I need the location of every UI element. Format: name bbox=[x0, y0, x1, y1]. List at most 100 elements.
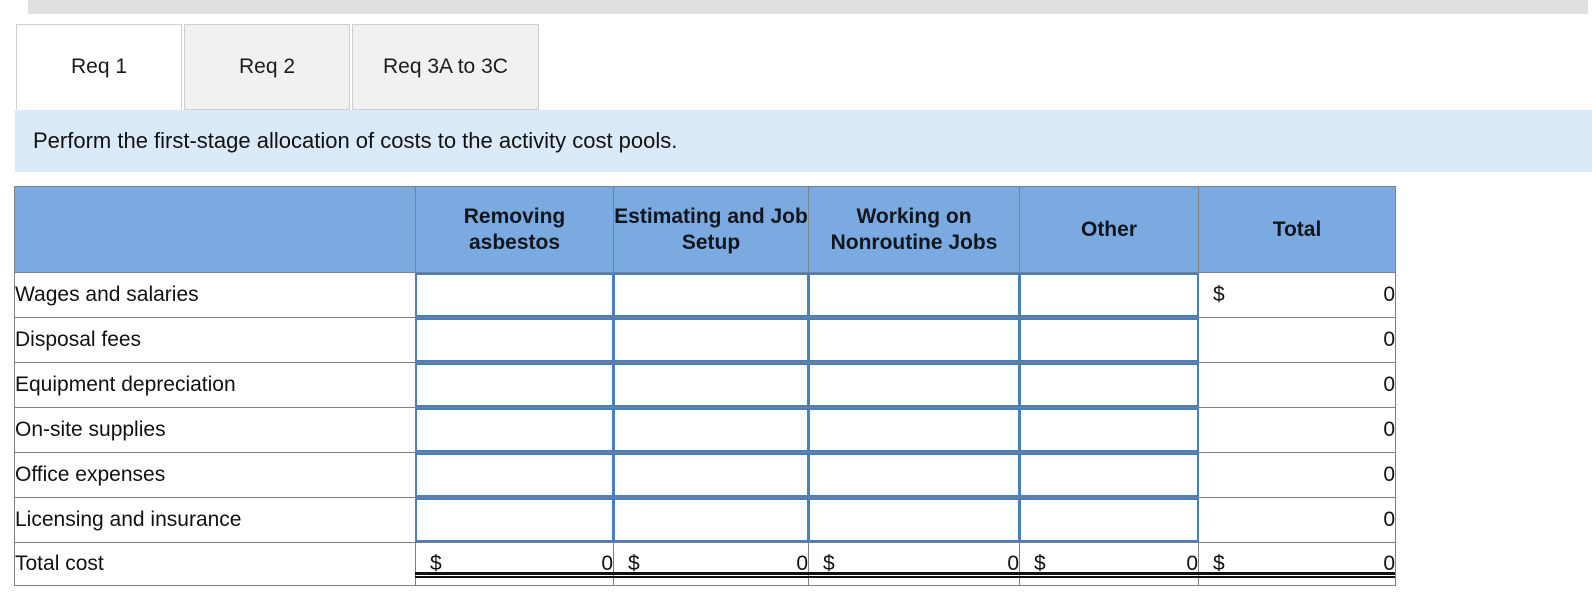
cell-equipment-total: 0 bbox=[1198, 362, 1396, 408]
input-equipment-estimating-job-setup[interactable] bbox=[613, 363, 809, 407]
input-wages-other[interactable] bbox=[1019, 273, 1199, 317]
row-label-wages-and-salaries: Wages and salaries bbox=[14, 272, 416, 318]
cell-office-other[interactable] bbox=[1019, 452, 1199, 498]
table-row: On-site supplies 0 bbox=[14, 407, 1396, 453]
instruction-text: Perform the first-stage allocation of co… bbox=[33, 128, 678, 153]
cell-total-grand: $ 0 bbox=[1198, 542, 1396, 586]
input-equipment-other[interactable] bbox=[1019, 363, 1199, 407]
first-stage-allocation-table: Removing asbestos Estimating and Job Set… bbox=[14, 186, 1396, 586]
cell-licensing-total: 0 bbox=[1198, 497, 1396, 543]
tab-req-3a-to-3c[interactable]: Req 3A to 3C bbox=[352, 24, 539, 110]
cell-supplies-other[interactable] bbox=[1019, 407, 1199, 453]
input-disposal-removing-asbestos[interactable] bbox=[415, 318, 614, 362]
cell-equipment-other[interactable] bbox=[1019, 362, 1199, 408]
tab-req-1[interactable]: Req 1 bbox=[16, 24, 182, 110]
amount-value: 0 bbox=[1383, 463, 1395, 486]
input-supplies-removing-asbestos[interactable] bbox=[415, 408, 614, 452]
header-removing-asbestos: Removing asbestos bbox=[415, 186, 614, 273]
header-working-on-nonroutine-jobs: Working on Nonroutine Jobs bbox=[808, 186, 1020, 273]
input-equipment-nonroutine-jobs[interactable] bbox=[808, 363, 1020, 407]
table-row: Licensing and insurance 0 bbox=[14, 497, 1396, 543]
header-total: Total bbox=[1198, 186, 1396, 273]
row-label-equipment-depreciation: Equipment depreciation bbox=[14, 362, 416, 408]
cell-total-nonroutine-jobs: $ 0 bbox=[808, 542, 1020, 586]
table-row: Wages and salaries $ 0 bbox=[14, 272, 1396, 318]
requirement-tab-bar: Req 1 Req 2 Req 3A to 3C bbox=[16, 24, 541, 110]
header-row: Removing asbestos Estimating and Job Set… bbox=[14, 186, 1396, 273]
amount-value: 0 bbox=[1383, 508, 1395, 531]
cell-office-total: 0 bbox=[1198, 452, 1396, 498]
cell-supplies-nonroutine-jobs[interactable] bbox=[808, 407, 1020, 453]
cell-disposal-other[interactable] bbox=[1019, 317, 1199, 363]
tab-req-1-label: Req 1 bbox=[70, 55, 128, 78]
cell-wages-nonroutine-jobs[interactable] bbox=[808, 272, 1020, 318]
cell-office-removing-asbestos[interactable] bbox=[415, 452, 614, 498]
amount-value: 0 bbox=[1383, 328, 1395, 351]
input-wages-removing-asbestos[interactable] bbox=[415, 273, 614, 317]
cell-equipment-estimating-job-setup[interactable] bbox=[613, 362, 809, 408]
tab-req-3a-to-3c-label: Req 3A to 3C bbox=[383, 55, 508, 78]
instruction-banner: Perform the first-stage allocation of co… bbox=[15, 110, 1592, 172]
cell-licensing-estimating-job-setup[interactable] bbox=[613, 497, 809, 543]
input-supplies-other[interactable] bbox=[1019, 408, 1199, 452]
exercise-page: Req 1 Req 2 Req 3A to 3C Perform the fir… bbox=[0, 0, 1592, 594]
cell-disposal-total: 0 bbox=[1198, 317, 1396, 363]
cell-office-estimating-job-setup[interactable] bbox=[613, 452, 809, 498]
input-licensing-removing-asbestos[interactable] bbox=[415, 498, 614, 542]
amount-value: 0 bbox=[1383, 283, 1395, 306]
input-disposal-other[interactable] bbox=[1019, 318, 1199, 362]
first-stage-allocation-table-wrapper: Removing asbestos Estimating and Job Set… bbox=[14, 186, 1396, 586]
input-supplies-estimating-job-setup[interactable] bbox=[613, 408, 809, 452]
cell-equipment-nonroutine-jobs[interactable] bbox=[808, 362, 1020, 408]
currency-symbol: $ bbox=[1213, 283, 1225, 306]
input-licensing-nonroutine-jobs[interactable] bbox=[808, 498, 1020, 542]
input-disposal-estimating-job-setup[interactable] bbox=[613, 318, 809, 362]
table-row: Office expenses 0 bbox=[14, 452, 1396, 498]
cell-supplies-removing-asbestos[interactable] bbox=[415, 407, 614, 453]
input-wages-estimating-job-setup[interactable] bbox=[613, 273, 809, 317]
cell-disposal-nonroutine-jobs[interactable] bbox=[808, 317, 1020, 363]
cell-licensing-other[interactable] bbox=[1019, 497, 1199, 543]
input-office-removing-asbestos[interactable] bbox=[415, 453, 614, 497]
cell-licensing-nonroutine-jobs[interactable] bbox=[808, 497, 1020, 543]
total-cost-row: Total cost $ 0 $ 0 $ 0 $ 0 $ 0 bbox=[14, 542, 1396, 586]
input-equipment-removing-asbestos[interactable] bbox=[415, 363, 614, 407]
cell-disposal-removing-asbestos[interactable] bbox=[415, 317, 614, 363]
input-office-other[interactable] bbox=[1019, 453, 1199, 497]
input-disposal-nonroutine-jobs[interactable] bbox=[808, 318, 1020, 362]
header-other: Other bbox=[1019, 186, 1199, 273]
input-office-estimating-job-setup[interactable] bbox=[613, 453, 809, 497]
input-wages-nonroutine-jobs[interactable] bbox=[808, 273, 1020, 317]
row-label-licensing-and-insurance: Licensing and insurance bbox=[14, 497, 416, 543]
table-row: Equipment depreciation 0 bbox=[14, 362, 1396, 408]
cell-supplies-total: 0 bbox=[1198, 407, 1396, 453]
tab-req-2[interactable]: Req 2 bbox=[184, 24, 350, 110]
cell-total-removing-asbestos: $ 0 bbox=[415, 542, 614, 586]
row-label-disposal-fees: Disposal fees bbox=[14, 317, 416, 363]
amount-value: 0 bbox=[1383, 373, 1395, 396]
top-toolbar-strip bbox=[28, 0, 1588, 14]
input-office-nonroutine-jobs[interactable] bbox=[808, 453, 1020, 497]
cell-wages-other[interactable] bbox=[1019, 272, 1199, 318]
amount-value: 0 bbox=[1383, 418, 1395, 441]
cell-supplies-estimating-job-setup[interactable] bbox=[613, 407, 809, 453]
input-licensing-estimating-job-setup[interactable] bbox=[613, 498, 809, 542]
cell-wages-total: $ 0 bbox=[1198, 272, 1396, 318]
row-label-on-site-supplies: On-site supplies bbox=[14, 407, 416, 453]
table-row: Disposal fees 0 bbox=[14, 317, 1396, 363]
cell-licensing-removing-asbestos[interactable] bbox=[415, 497, 614, 543]
cell-wages-estimating-job-setup[interactable] bbox=[613, 272, 809, 318]
input-licensing-other[interactable] bbox=[1019, 498, 1199, 542]
input-supplies-nonroutine-jobs[interactable] bbox=[808, 408, 1020, 452]
header-corner bbox=[14, 186, 416, 273]
cell-office-nonroutine-jobs[interactable] bbox=[808, 452, 1020, 498]
grand-total-double-underline bbox=[415, 572, 1395, 578]
table-body: Wages and salaries $ 0 Disposal fees 0 E… bbox=[14, 272, 1396, 586]
cell-wages-removing-asbestos[interactable] bbox=[415, 272, 614, 318]
cell-total-other: $ 0 bbox=[1019, 542, 1199, 586]
cell-total-estimating-job-setup: $ 0 bbox=[613, 542, 809, 586]
row-label-total-cost: Total cost bbox=[14, 542, 416, 586]
cell-disposal-estimating-job-setup[interactable] bbox=[613, 317, 809, 363]
cell-equipment-removing-asbestos[interactable] bbox=[415, 362, 614, 408]
tab-req-2-label: Req 2 bbox=[238, 55, 296, 78]
